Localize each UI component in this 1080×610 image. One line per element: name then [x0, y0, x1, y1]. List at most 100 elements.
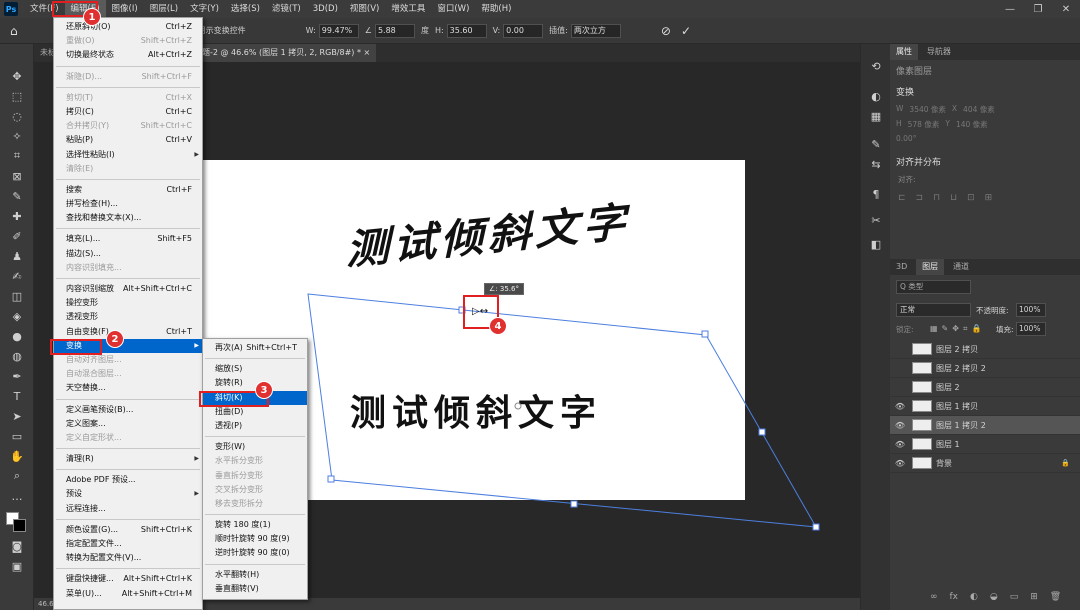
layer-row[interactable]: 👁 图层 1 拷贝 — [890, 397, 1080, 416]
prop-x-value[interactable]: 404 像素 — [963, 104, 995, 115]
crop-tool-icon[interactable]: ⌗ — [9, 148, 25, 164]
layer-filter-select[interactable]: Q 类型 — [896, 280, 971, 294]
layer-row[interactable]: 👁 背景 🔒 — [890, 454, 1080, 473]
menu-8[interactable]: 视图(V) — [344, 0, 385, 18]
layer-row[interactable]: 👁 图层 1 拷贝 2 — [890, 416, 1080, 435]
path-select-icon[interactable]: ➤ — [9, 408, 25, 424]
edit-menu-item[interactable]: Adobe PDF 预设... — [54, 473, 202, 487]
handle-top-right[interactable] — [701, 330, 709, 338]
opacity-field[interactable]: 100% — [1016, 303, 1046, 317]
edit-menu-item[interactable]: 键盘快捷键... Alt+Shift+Ctrl+K — [54, 572, 202, 586]
move-tool-icon[interactable]: ✥ — [9, 68, 25, 84]
edit-menu-item[interactable]: 搜索 Ctrl+F — [54, 183, 202, 197]
edit-menu-item[interactable]: 转换为配置文件(V)... — [54, 551, 202, 565]
adjust-panel-icon[interactable]: ⇆ — [868, 156, 884, 172]
prop-h-value[interactable]: 578 像素 — [908, 119, 940, 130]
fill-field[interactable]: 100% — [1016, 322, 1046, 336]
edit-menu-item[interactable]: 描边(S)... — [54, 247, 202, 261]
layer-action-icon[interactable]: ◐ — [970, 592, 978, 602]
transform-menu-item[interactable]: 逆时针旋转 90 度(0) — [203, 546, 307, 560]
eyedropper-icon[interactable]: ✎ — [9, 188, 25, 204]
tab-properties[interactable]: 属性 — [890, 44, 918, 60]
prop-w-value[interactable]: 3540 像素 — [909, 104, 945, 115]
screen-mode-icon[interactable]: ▣ — [9, 558, 25, 574]
frame-tool-icon[interactable]: ⊠ — [9, 168, 25, 184]
blend-mode-select[interactable]: 正常 — [896, 303, 971, 317]
tab-3d[interactable]: 3D — [890, 259, 913, 275]
layer-action-icon[interactable]: fx — [950, 592, 959, 602]
rectangle-tool-icon[interactable]: ▭ — [9, 428, 25, 444]
home-icon[interactable]: ⌂ — [10, 24, 18, 38]
edit-menu-item[interactable]: 清理(R) — [54, 452, 202, 466]
visibility-eye-icon[interactable]: 👁 — [890, 440, 910, 449]
transform-menu-item[interactable]: 缩放(S) — [203, 362, 307, 376]
stamp-tool-icon[interactable]: ♟ — [9, 248, 25, 264]
edit-menu-item[interactable]: 透视变形 — [54, 310, 202, 324]
tab-layers[interactable]: 图层 — [916, 259, 945, 275]
marquee-tool-icon[interactable]: ⬚ — [9, 88, 25, 104]
edit-menu-item[interactable]: 切换最终状态 Alt+Ctrl+Z — [54, 48, 202, 62]
brush-tool-icon[interactable]: ✐ — [9, 228, 25, 244]
tools-panel-icon[interactable]: ✂ — [868, 212, 884, 228]
layer-action-icon[interactable]: ⊞ — [1030, 592, 1038, 602]
align-icons[interactable]: ⊏⊐⊓⊔⊡⊞ — [890, 187, 1080, 209]
quick-select-icon[interactable]: ✧ — [9, 128, 25, 144]
lock-icons[interactable]: ▦✎✥⌗🔒 — [930, 324, 985, 334]
edit-menu-item[interactable]: 菜单(U)... Alt+Shift+Ctrl+M — [54, 587, 202, 601]
edit-menu-item[interactable]: 拼写检查(H)... — [54, 197, 202, 211]
layer-action-icon[interactable]: ▭ — [1010, 592, 1019, 602]
angle-field[interactable]: 5.88 — [374, 23, 415, 38]
edit-menu-item[interactable]: 查找和替换文本(X)... — [54, 211, 202, 225]
paint-bucket-icon[interactable]: ◈ — [9, 308, 25, 324]
edit-menu-item[interactable]: 填充(L)... Shift+F5 — [54, 232, 202, 246]
handle-bottom-left[interactable] — [327, 475, 335, 483]
layer-action-icon[interactable]: ∞ — [930, 592, 938, 602]
history-panel-icon[interactable]: ⟲ — [868, 58, 884, 74]
tab-close-icon[interactable]: × — [364, 48, 371, 57]
visibility-eye-icon[interactable]: 👁 — [890, 402, 910, 411]
layer-action-icon[interactable]: 🗑 — [1050, 592, 1061, 602]
color-panel-icon[interactable]: ◐ — [868, 88, 884, 104]
transform-menu-item[interactable]: 再次(A) Shift+Ctrl+T — [203, 341, 307, 355]
close-icon[interactable]: ✕ — [1052, 0, 1080, 18]
width-field[interactable]: 99.47% — [318, 23, 359, 38]
layer-row[interactable]: 图层 2 拷贝 2 — [890, 359, 1080, 378]
library-panel-icon[interactable]: ◧ — [868, 236, 884, 252]
handle-right-middle[interactable] — [758, 428, 766, 436]
transform-menu-item[interactable]: 垂直翻转(V) — [203, 582, 307, 596]
edit-menu-item[interactable]: 颜色设置(G)... Shift+Ctrl+K — [54, 523, 202, 537]
type-tool-icon[interactable]: T — [9, 388, 25, 404]
prop-angle[interactable]: 0.00° — [890, 132, 1080, 151]
visibility-eye-icon[interactable]: 👁 — [890, 421, 910, 430]
healing-icon[interactable]: ✚ — [9, 208, 25, 224]
edit-menu-item[interactable]: 拷贝(C) Ctrl+C — [54, 105, 202, 119]
menu-2[interactable]: 图像(I) — [106, 0, 144, 18]
edit-menu-item[interactable]: 定义图案... — [54, 417, 202, 431]
swatches-panel-icon[interactable]: ▦ — [868, 108, 884, 124]
prop-y-value[interactable]: 140 像素 — [956, 119, 988, 130]
commit-icon[interactable]: ✓ — [681, 24, 691, 38]
handle-bottom-right[interactable] — [812, 523, 820, 531]
pen-tool-icon[interactable]: ✒ — [9, 368, 25, 384]
layer-row[interactable]: 图层 2 拷贝 — [890, 340, 1080, 359]
menu-7[interactable]: 3D(D) — [307, 0, 344, 18]
dodge-tool-icon[interactable]: ◍ — [9, 348, 25, 364]
handle-bottom-middle[interactable] — [570, 500, 578, 508]
transform-menu-item[interactable]: 变形(W) — [203, 440, 307, 454]
lasso-tool-icon[interactable]: ◌ — [9, 108, 25, 124]
menu-11[interactable]: 帮助(H) — [475, 0, 517, 18]
menu-4[interactable]: 文字(Y) — [184, 0, 225, 18]
hand-tool-icon[interactable]: ✋ — [9, 448, 25, 464]
edit-menu-item[interactable]: 内容识别缩放 Alt+Shift+Ctrl+C — [54, 282, 202, 296]
transform-menu-item[interactable]: 顺时针旋转 90 度(9) — [203, 532, 307, 546]
edit-menu-item[interactable]: 远程连接... — [54, 502, 202, 516]
tab-doc-2[interactable]: 标题-2 @ 46.6% (图层 1 拷贝, 2, RGB/8#) * × — [187, 44, 377, 62]
interp-select[interactable]: 两次立方 — [570, 23, 621, 38]
minimize-icon[interactable]: — — [996, 0, 1024, 18]
zoom-tool-icon[interactable]: ⌕ — [9, 468, 25, 484]
transform-menu-item[interactable]: 透视(P) — [203, 419, 307, 433]
menu-6[interactable]: 滤镜(T) — [266, 0, 307, 18]
history-brush-icon[interactable]: ✍ — [9, 268, 25, 284]
blur-tool-icon[interactable]: ● — [9, 328, 25, 344]
visibility-eye-icon[interactable]: 👁 — [890, 459, 910, 468]
